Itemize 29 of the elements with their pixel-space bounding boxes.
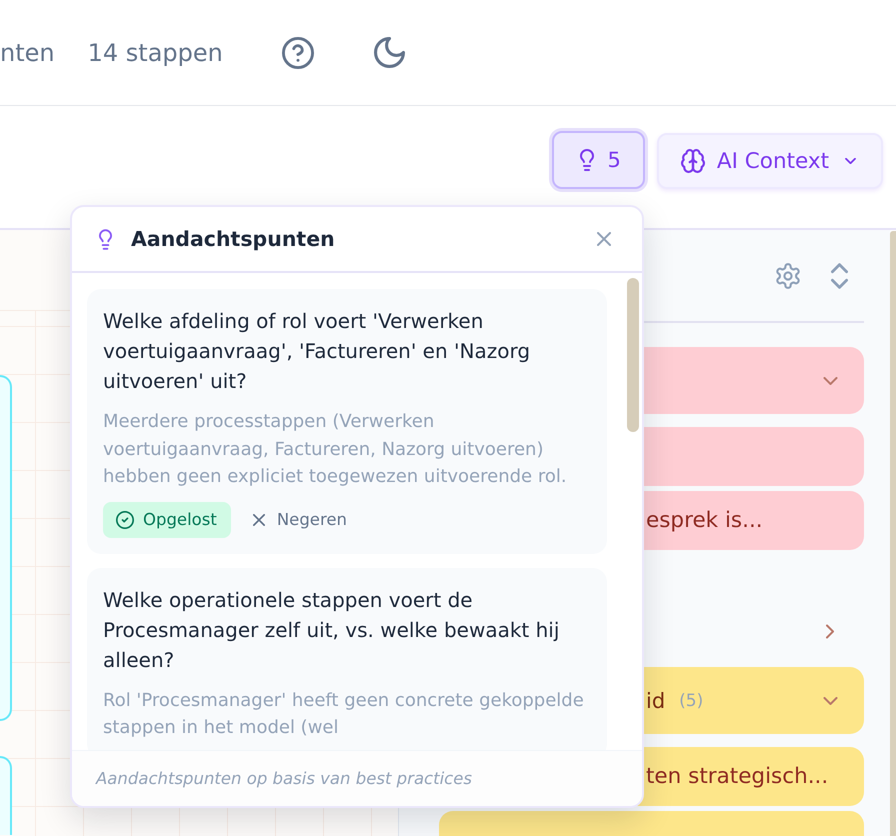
x-icon [252, 514, 265, 526]
hint-question: Welke afdeling of rol voert 'Verwerken voertuigaanvraag', 'Factureren' en 'Nazorg uitvoeren' uit? [103, 308, 532, 395]
caret-icon [845, 158, 856, 164]
scrollbar-thumb[interactable] [627, 278, 639, 432]
moon-icon[interactable] [374, 37, 405, 68]
chevron-right-icon[interactable] [826, 624, 834, 639]
ignore-button[interactable]: Negeren [252, 510, 347, 529]
header-stat: 14 stappen [88, 38, 223, 66]
settings-icon[interactable] [775, 262, 801, 288]
hints-button[interactable]: 5 [552, 131, 645, 189]
close-icon[interactable] [597, 232, 611, 246]
popup-title: Aandachtspunten [131, 227, 335, 251]
lightbulb-icon [580, 149, 594, 171]
up-down-chevron-icon[interactable] [831, 262, 848, 288]
header-stat: nten [0, 38, 55, 66]
scrollbar-thumb[interactable] [890, 231, 896, 836]
ai-context-button[interactable]: AI Context [656, 133, 883, 189]
lightbulb-icon [99, 228, 112, 250]
chevron-down-icon[interactable] [823, 376, 838, 384]
help-icon[interactable] [282, 36, 314, 68]
brain-icon [680, 149, 705, 173]
hint-description: Meerdere processtappen (Verwerken voertuigaanvraag, Factureren, Nazorg uitvoeren) hebben geen expliciet toegewezen uitvoerende rol. [103, 410, 568, 489]
flow-node[interactable] [0, 375, 12, 721]
group-count: (5) [679, 690, 704, 710]
chevron-down-icon[interactable] [823, 696, 838, 704]
flow-node[interactable] [0, 756, 12, 835]
check-circle-icon [116, 510, 134, 528]
resolve-button[interactable]: Opgelost [103, 502, 231, 538]
group-label: id [646, 688, 666, 712]
